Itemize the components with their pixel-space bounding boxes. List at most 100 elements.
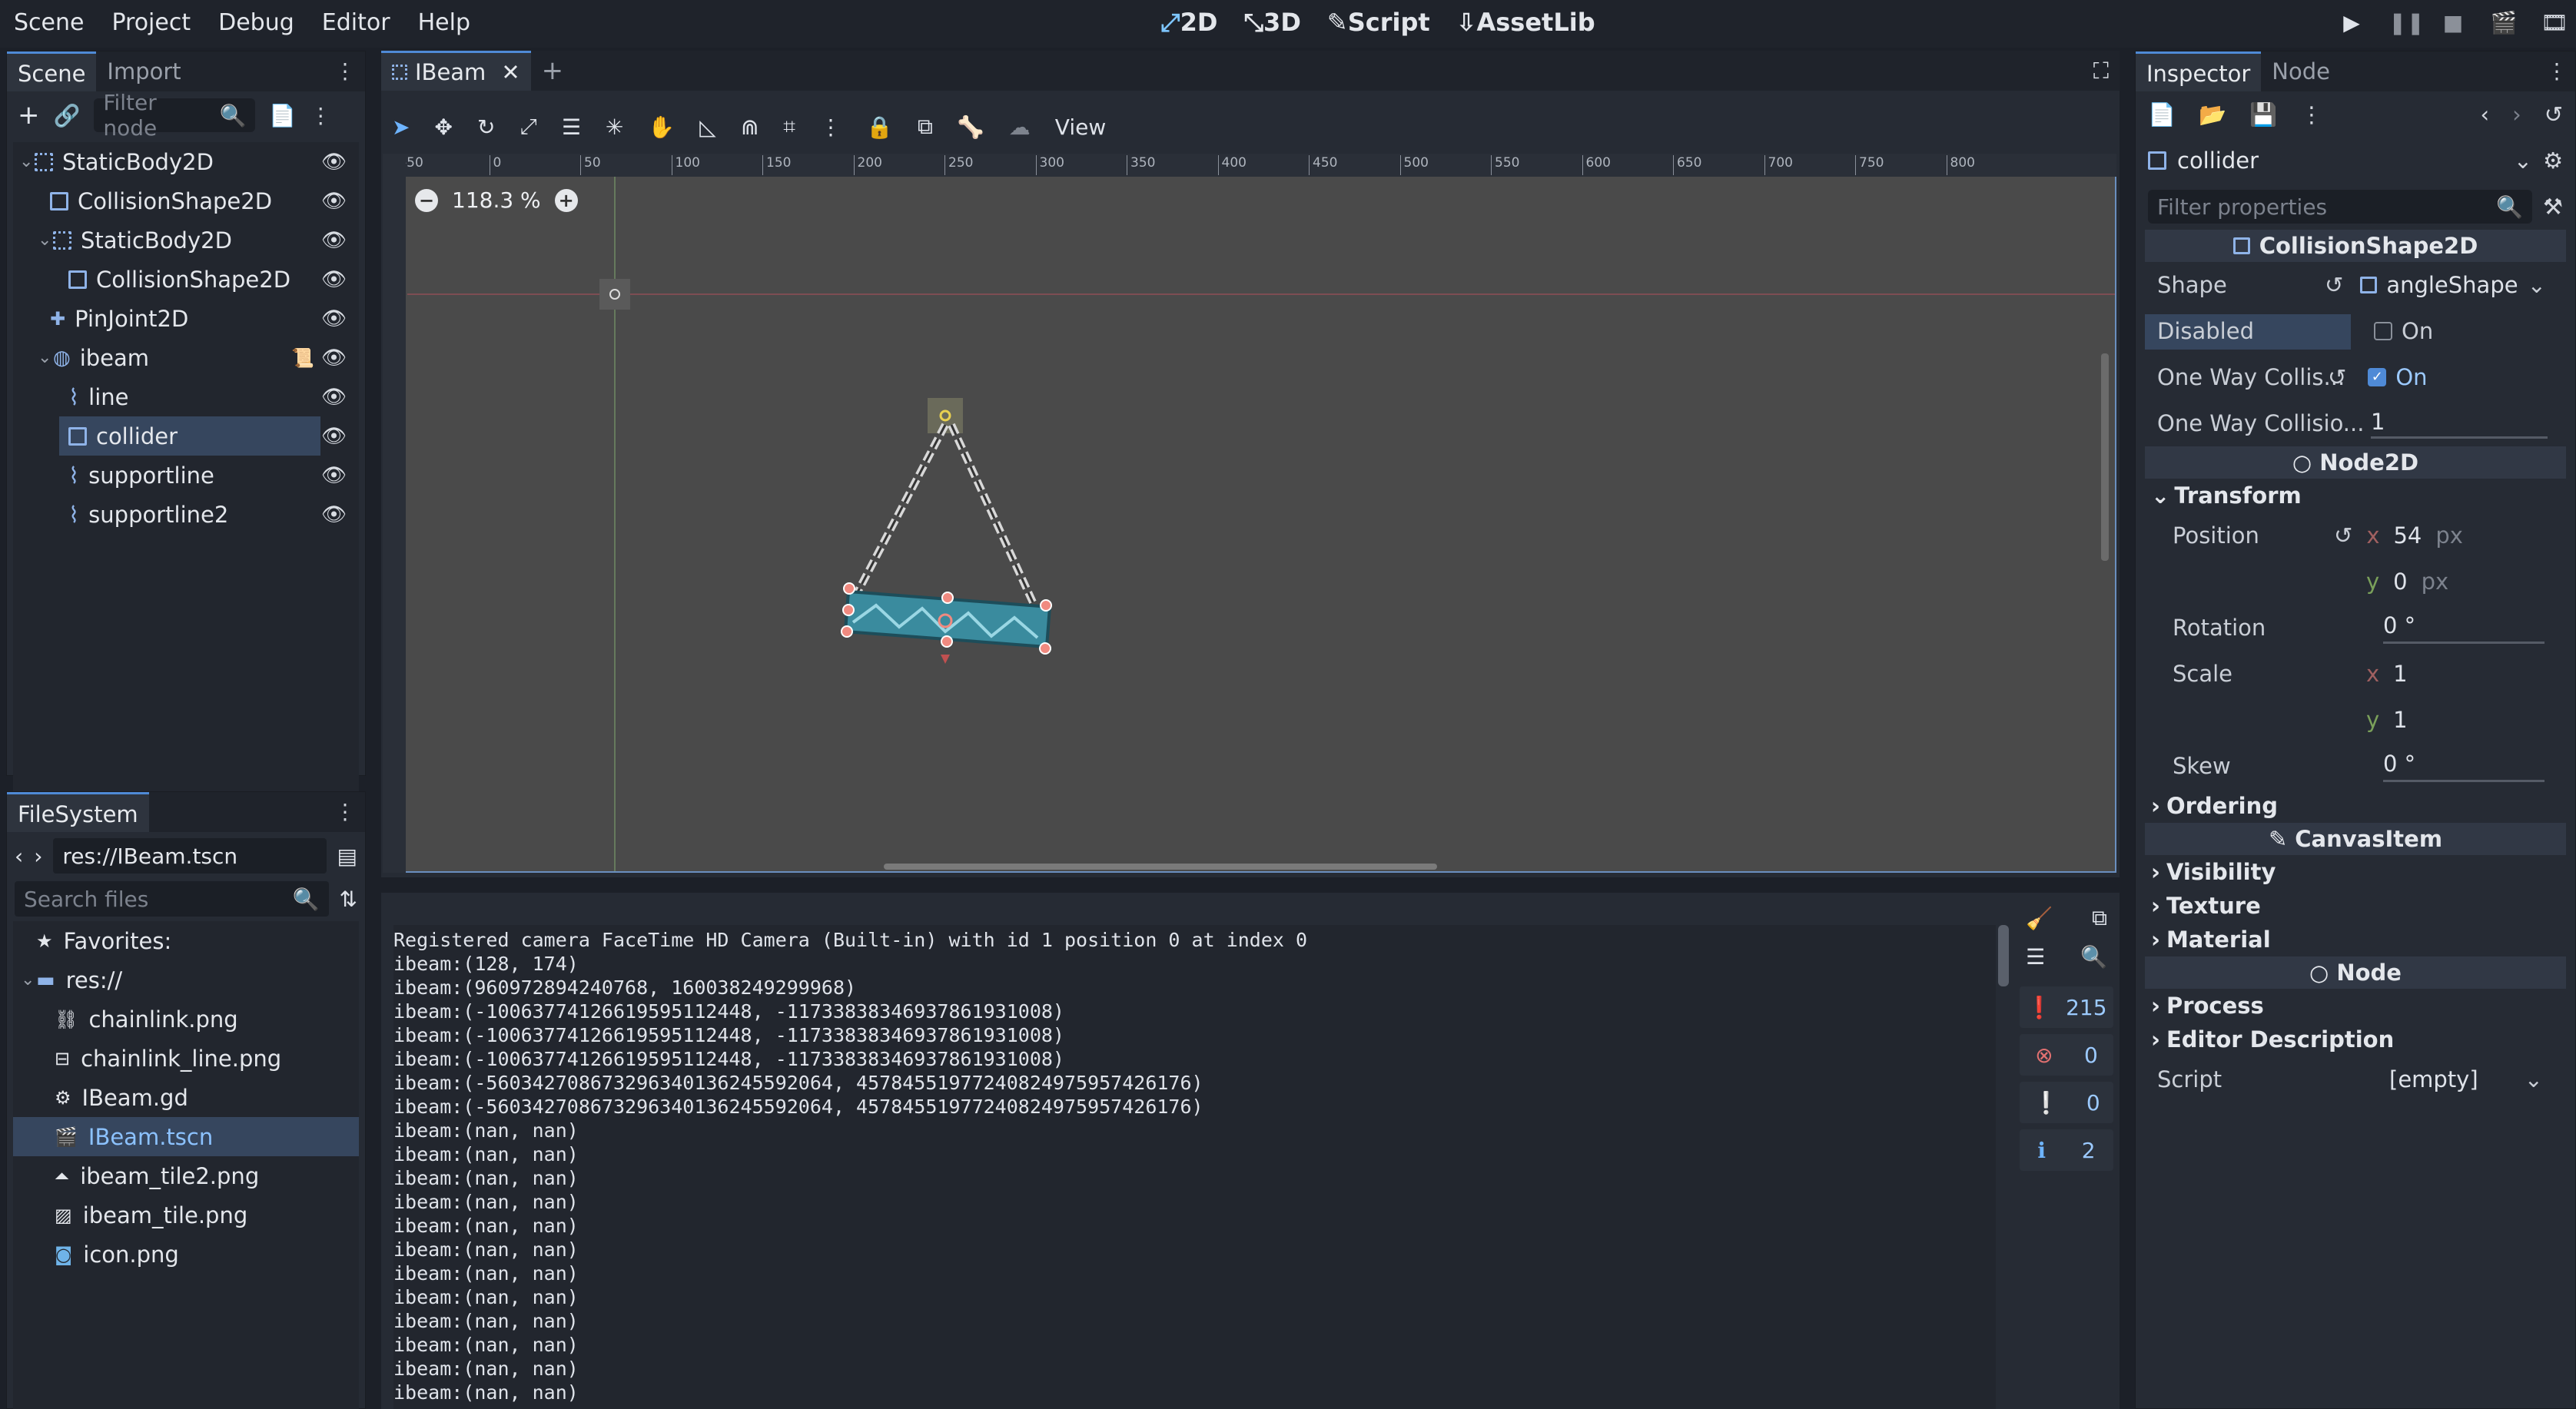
inspector-menu-icon[interactable]: ⋮ [2538, 51, 2575, 91]
menu-help[interactable]: Help [404, 9, 484, 36]
close-icon[interactable]: ✕ [501, 52, 520, 92]
clear-icon[interactable]: 🧹 [2026, 906, 2053, 931]
warnings-filter-button[interactable]: ❕ 0 [2020, 1082, 2113, 1123]
file-item[interactable]: ⏶ ibeam_tile2.png [13, 1156, 359, 1195]
tree-item-collisionshape2d-child[interactable]: CollisionShape2D 👁 [13, 260, 359, 299]
filesystem-menu-icon[interactable]: ⋮ [325, 792, 365, 832]
workspace-script-button[interactable]: ✎Script [1327, 8, 1430, 37]
save-icon[interactable]: 💾 [2249, 101, 2277, 128]
visibility-eye-icon[interactable]: 👁 [321, 346, 347, 370]
history-icon[interactable]: ↺ [2544, 101, 2563, 128]
position-x-field[interactable]: ↺ x 54 px [2334, 522, 2463, 549]
forward-icon[interactable]: › [34, 844, 42, 869]
process-group[interactable]: › Process [2136, 989, 2575, 1023]
snap-options-icon[interactable]: ⋮ [820, 114, 842, 140]
chevron-down-icon[interactable]: ⌄ [21, 970, 36, 990]
workspace-2d-button[interactable]: ⤢2D [1160, 8, 1217, 38]
disabled-checkbox[interactable]: On [2374, 318, 2433, 344]
ordering-group[interactable]: › Ordering [2136, 789, 2575, 823]
slider-track[interactable] [2383, 779, 2544, 782]
visibility-eye-icon[interactable]: 👁 [321, 425, 347, 448]
skew-field[interactable]: 0 ° [2383, 751, 2544, 782]
property-tools-icon[interactable]: ⚒ [2543, 194, 2563, 220]
object-properties-icon[interactable]: ⚙ [2543, 148, 2563, 174]
visibility-group[interactable]: › Visibility [2136, 855, 2575, 889]
revert-icon[interactable]: ↺ [2325, 272, 2343, 298]
view-menu[interactable]: View [1055, 114, 1106, 140]
chevron-down-icon[interactable]: ⌄ [38, 348, 53, 367]
more-icon[interactable]: ⋮ [2300, 101, 2322, 128]
bone-icon[interactable]: 🦴 [958, 114, 984, 140]
smart-snap-icon[interactable]: ⋒ [741, 114, 759, 140]
list-select-icon[interactable]: ☰ [562, 114, 581, 140]
select-tool-icon[interactable]: ➤ [392, 114, 410, 140]
tree-item-pinjoint2d[interactable]: ✚ PinJoint2D 👁 [13, 299, 359, 338]
new-resource-icon[interactable]: 📄 [2148, 101, 2176, 128]
history-back-icon[interactable]: ‹ [2480, 101, 2489, 128]
pan-tool-icon[interactable]: ✋ [648, 114, 675, 140]
file-item[interactable]: ▨ ibeam_tile.png [13, 1195, 359, 1235]
file-item[interactable]: ⚙ IBeam.gd [13, 1078, 359, 1117]
messages-filter-button[interactable]: ❗ 215 [2020, 986, 2113, 1028]
object-selector[interactable]: collider ⌄ ⚙ [2136, 138, 2575, 184]
tab-ibeam[interactable]: IBeam ✕ [381, 51, 531, 91]
tree-item-collider[interactable]: collider 👁 [13, 416, 359, 456]
play-custom-scene-icon[interactable]: 🎞 [2541, 10, 2568, 35]
menu-project[interactable]: Project [98, 9, 204, 36]
visibility-eye-icon[interactable]: 👁 [321, 151, 347, 174]
tree-item-staticbody2d[interactable]: ⌄ StaticBody2D 👁 [13, 142, 359, 181]
horizontal-scrollbar[interactable] [884, 864, 1437, 870]
one-way-margin-field[interactable]: 1 [2371, 409, 2548, 439]
errors-filter-button[interactable]: ⊗ 0 [2020, 1034, 2113, 1076]
script-icon[interactable]: 📜 [291, 347, 314, 369]
visibility-eye-icon[interactable]: 👁 [321, 268, 347, 291]
texture-group[interactable]: › Texture [2136, 889, 2575, 923]
visibility-eye-icon[interactable]: 👁 [321, 229, 347, 252]
tree-item-line[interactable]: ⌇ line 👁 [13, 377, 359, 416]
path-field[interactable]: res://IBeam.tscn [53, 838, 327, 874]
visibility-eye-icon[interactable]: 👁 [321, 307, 347, 330]
tree-item-ibeam[interactable]: ⌄ ◍ ibeam 📜 👁 [13, 338, 359, 377]
split-view-icon[interactable]: ▤ [337, 844, 357, 869]
chevron-down-icon[interactable]: ⌄ [2528, 272, 2546, 298]
filter-properties-input[interactable]: Filter properties 🔍 [2148, 190, 2532, 224]
material-group[interactable]: › Material [2136, 923, 2575, 956]
chevron-down-icon[interactable]: ⌄ [38, 230, 53, 250]
group-icon[interactable]: ⧉ [918, 114, 933, 140]
chevron-down-icon[interactable]: ⌄ [2525, 1066, 2543, 1092]
add-tab-icon[interactable]: + [531, 51, 575, 91]
editor-description-group[interactable]: › Editor Description [2136, 1023, 2575, 1056]
file-item[interactable]: ⊟ chainlink_line.png [13, 1039, 359, 1078]
slider-track[interactable] [2371, 436, 2548, 439]
revert-icon[interactable]: ↺ [2334, 522, 2352, 549]
history-forward-icon[interactable]: › [2512, 101, 2521, 128]
output-scrollbar[interactable] [1998, 925, 2009, 986]
search-files-input[interactable]: Search files 🔍 [15, 881, 329, 917]
tab-node[interactable]: Node [2261, 51, 2341, 91]
visibility-eye-icon[interactable]: 👁 [321, 190, 347, 213]
copy-icon[interactable]: ⧉ [2092, 905, 2107, 931]
rotation-field[interactable]: 0 ° [2383, 612, 2544, 644]
revert-icon[interactable]: ↺ [2328, 364, 2346, 390]
position-y-field[interactable]: y 0 px [2366, 569, 2448, 595]
file-item[interactable]: ⛓ chainlink.png [13, 1000, 359, 1039]
ruler-tool-icon[interactable]: ◺ [699, 114, 716, 140]
tab-import[interactable]: Import [96, 51, 191, 91]
menu-debug[interactable]: Debug [204, 9, 308, 36]
favorites-item[interactable]: ★ Favorites: [13, 921, 359, 960]
scene-tree-menu-icon[interactable]: ⋮ [310, 103, 331, 128]
chevron-down-icon[interactable]: ⌄ [2514, 148, 2532, 174]
file-item-selected[interactable]: 🎬 IBeam.tscn [13, 1117, 359, 1156]
play-icon[interactable]: ▶ [2338, 10, 2365, 35]
tree-item-collisionshape2d[interactable]: CollisionShape2D 👁 [13, 181, 359, 220]
vertical-scrollbar[interactable] [2101, 353, 2109, 561]
transform-group[interactable]: ⌄ Transform [2136, 479, 2575, 512]
script-field[interactable]: [empty] ⌄ [2389, 1066, 2543, 1092]
scale-y-field[interactable]: y 1 [2366, 707, 2408, 733]
tree-item-supportline[interactable]: ⌇ supportline 👁 [13, 456, 359, 495]
filter-nodes-input[interactable]: Filter node 🔍 [94, 90, 256, 141]
visibility-eye-icon[interactable]: 👁 [321, 503, 347, 526]
fullscreen-icon[interactable]: ⛶ [2083, 51, 2120, 91]
lock-icon[interactable]: 🔒 [866, 114, 893, 140]
tab-filesystem[interactable]: FileSystem [7, 792, 149, 832]
